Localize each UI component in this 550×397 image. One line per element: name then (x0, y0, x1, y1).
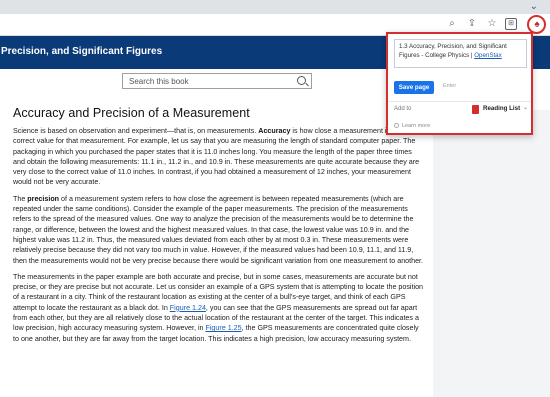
page-title-field[interactable]: 1.3 Accuracy, Precision, and Significant… (394, 39, 527, 68)
share-icon[interactable]: ⇪ (465, 17, 479, 31)
star-icon[interactable]: ☆ (485, 17, 499, 31)
figure-link-1-25[interactable]: Figure 1.25 (205, 324, 241, 332)
text: of a measurement system refers to how cl… (13, 194, 424, 265)
text: Science is based on observation and expe… (13, 127, 259, 135)
enter-hint: Enter (443, 83, 457, 89)
search-input[interactable] (129, 75, 289, 87)
paragraph: Science is based on observation and expe… (13, 126, 425, 188)
info-icon (394, 123, 399, 128)
title-link[interactable]: OpenStax (474, 52, 502, 59)
learn-more-text: Learn more (402, 123, 431, 129)
book-icon (472, 105, 479, 114)
chevron-down-icon[interactable]: ⌄ (530, 0, 538, 14)
save-popup: 1.3 Accuracy, Precision, and Significant… (386, 32, 533, 135)
extension-icon: ♠ (534, 19, 540, 30)
text: The (13, 194, 28, 203)
paragraph: The precision of a measurement system re… (13, 194, 425, 266)
term-accuracy: Accuracy (258, 127, 291, 135)
chevron-down-icon: ⌄ (523, 105, 529, 111)
article-heading: Accuracy and Precision of a Measurement (13, 106, 250, 120)
term-precision: precision (27, 194, 60, 203)
add-to-label: Add to (394, 106, 412, 112)
learn-more-link[interactable]: Learn more (394, 123, 430, 129)
figure-link-1-24[interactable]: Figure 1.24 (170, 304, 206, 312)
browser-window: ⌄ ⌕ ⇪ ☆ ⊞ ♠ Precision, and Significant F… (0, 0, 550, 397)
text: is how close a measurement is to the cor… (13, 127, 420, 187)
divider (388, 101, 531, 102)
book-search (122, 73, 312, 89)
search-icon[interactable] (297, 76, 306, 85)
search-icon[interactable]: ⌕ (445, 17, 459, 31)
reading-list-label: Reading List (483, 105, 521, 112)
save-page-button[interactable]: Save page (394, 81, 434, 94)
article: Accuracy and Precision of a Measurement … (13, 106, 425, 350)
tab-strip: ⌄ (0, 0, 550, 14)
paragraph: The measurements in the paper example ar… (13, 272, 425, 344)
page-title: Precision, and Significant Figures (1, 46, 163, 57)
right-margin (433, 110, 550, 397)
pocket-icon[interactable]: ⊞ (505, 18, 517, 30)
